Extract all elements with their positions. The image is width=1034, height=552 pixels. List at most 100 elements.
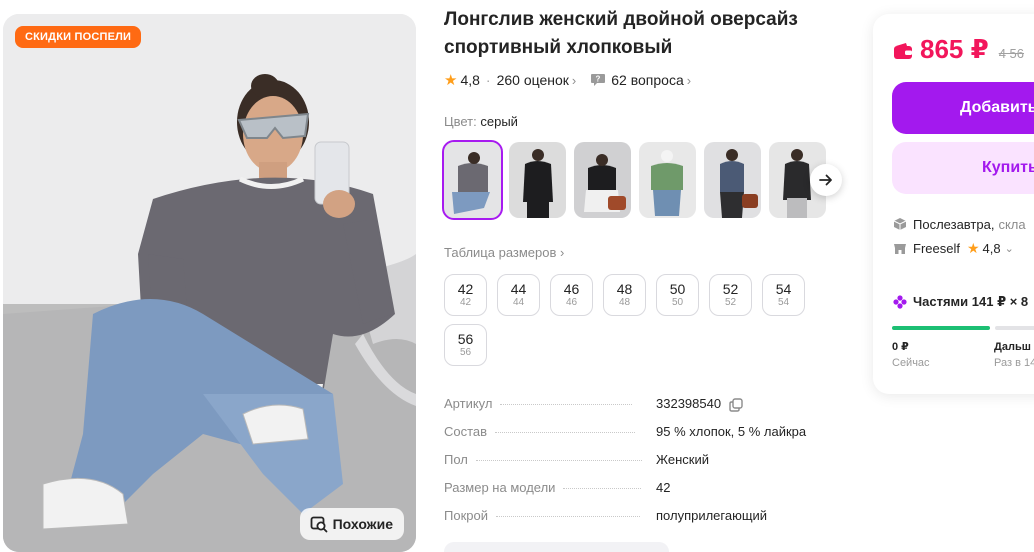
spec-row: Артикул 332398540 — [444, 396, 844, 424]
size-option[interactable]: 44 44 — [497, 274, 540, 316]
spec-key: Артикул — [444, 396, 493, 411]
installment-info[interactable]: Частями 141 ₽ × 8 — [893, 294, 1028, 310]
spec-key: Покрой — [444, 508, 488, 523]
size-sub: 52 — [724, 297, 737, 308]
size-sub: 42 — [459, 297, 472, 308]
box-icon — [893, 218, 907, 230]
installment-progress — [892, 326, 1034, 330]
size-ru: 46 — [563, 281, 580, 297]
spec-key: Размер на модели — [444, 480, 556, 495]
color-thumb-grey[interactable] — [442, 140, 503, 220]
size-ru: 44 — [510, 281, 527, 297]
color-value: серый — [480, 114, 518, 129]
spec-row: Покрой полуприлегающий — [444, 508, 844, 536]
color-thumb-blue[interactable] — [704, 142, 761, 218]
color-label: Цвет: серый — [444, 114, 518, 129]
reviews-link[interactable]: 260 оценок — [497, 72, 569, 88]
chevron-right-icon: › — [571, 72, 577, 88]
spec-value: полуприлегающий — [656, 508, 768, 523]
color-thumb-black-white[interactable] — [574, 142, 631, 218]
chevron-right-icon: › — [560, 245, 565, 260]
rating-value: 4,8 — [460, 72, 480, 88]
svg-text:?: ? — [596, 75, 601, 84]
spec-dots — [475, 460, 642, 461]
copy-icon[interactable] — [729, 397, 743, 412]
installment-now-label: Сейчас — [892, 357, 930, 369]
product-photo[interactable]: СКИДКИ ПОСПЕЛИ Похожие — [3, 14, 416, 552]
thumbs-next-button[interactable] — [810, 164, 842, 196]
separator-dot: · — [485, 72, 491, 88]
delivery-info: Послезавтра, скла Freeself ★ 4,8 ⌄ — [893, 212, 1026, 260]
size-table-link[interactable]: Таблица размеров › — [444, 245, 564, 260]
similar-label: Похожие — [332, 516, 393, 532]
color-thumb-green[interactable] — [639, 142, 696, 218]
progress-remaining — [995, 326, 1034, 330]
spec-value: Женский — [656, 452, 709, 467]
size-option[interactable]: 42 42 — [444, 274, 487, 316]
size-option[interactable]: 46 46 — [550, 274, 593, 316]
similar-button[interactable]: Похожие — [299, 508, 404, 540]
size-option[interactable]: 48 48 — [603, 274, 646, 316]
buy-now-button[interactable]: Купить — [892, 142, 1034, 194]
size-ru: 56 — [457, 331, 474, 347]
old-price: 4 56 — [998, 46, 1025, 61]
current-price: 865 ₽ — [920, 34, 989, 64]
color-thumb-black[interactable] — [509, 142, 566, 218]
spec-key: Состав — [444, 424, 488, 439]
size-sub: 48 — [618, 297, 631, 308]
seller-line[interactable]: Freeself ★ 4,8 ⌄ — [893, 236, 1026, 260]
installment-icon — [893, 295, 907, 309]
wallet-icon — [894, 43, 912, 59]
color-thumbnails — [442, 140, 826, 220]
installment-now: 0 ₽ Сейчас — [892, 340, 930, 372]
more-specs-button[interactable] — [444, 542, 669, 552]
spec-dots — [495, 432, 636, 433]
rating-row: ★ 4,8 · 260 оценок › ? 62 вопроса › — [444, 70, 691, 90]
size-option[interactable]: 50 50 — [656, 274, 699, 316]
add-to-cart-button[interactable]: Добавить — [892, 82, 1034, 134]
star-icon: ★ — [444, 72, 458, 89]
installment-next-label: Раз в 14 — [994, 357, 1034, 369]
question-icon: ? — [591, 74, 606, 86]
delivery-warehouse: скла — [998, 216, 1026, 232]
spec-dots — [495, 516, 640, 517]
product-title: Лонгслив женский двойной оверсайз спорти… — [444, 9, 798, 58]
installment-next-amount: Дальш — [994, 341, 1031, 353]
store-icon — [894, 244, 906, 254]
size-option[interactable]: 56 56 — [444, 324, 487, 366]
delivery-date: Послезавтра, — [913, 216, 995, 232]
size-options: 42 42 44 44 46 46 48 48 50 50 52 52 54 54 56 56 — [444, 274, 814, 366]
spec-dots — [500, 404, 633, 405]
spec-row: Размер на модели 42 — [444, 480, 844, 508]
sale-badge: СКИДКИ ПОСПЕЛИ — [15, 26, 142, 48]
spec-row: Пол Женский — [444, 452, 844, 480]
size-table-label: Таблица размеров — [444, 245, 557, 260]
size-sub: 54 — [777, 297, 790, 308]
size-sub: 50 — [671, 297, 684, 308]
size-sub: 46 — [565, 297, 578, 308]
spec-dots — [563, 488, 642, 489]
spec-value: 42 — [656, 480, 671, 495]
size-ru: 50 — [669, 281, 686, 297]
size-ru: 48 — [616, 281, 633, 297]
installment-text: Частями 141 ₽ × 8 — [913, 294, 1029, 309]
spec-key: Пол — [444, 452, 468, 467]
size-option[interactable]: 52 52 — [709, 274, 752, 316]
seller-name[interactable]: Freeself — [913, 241, 960, 256]
questions-link[interactable]: 62 вопроса — [611, 72, 683, 88]
color-caption: Цвет: — [444, 114, 477, 129]
spec-value: 95 % хлопок, 5 % лайкра — [656, 424, 807, 439]
size-ru: 42 — [457, 281, 474, 297]
price-row: 865 ₽ 4 56 — [893, 34, 1024, 65]
chevron-down-icon: ⌄ — [1004, 242, 1014, 255]
product-image — [3, 14, 416, 552]
arrow-right-icon — [819, 174, 832, 186]
product-specs: Артикул 332398540 Состав 95 % хлопок, 5 … — [444, 396, 844, 536]
spec-value: 332398540 — [656, 396, 743, 412]
size-option[interactable]: 54 54 — [762, 274, 805, 316]
installment-next: Дальш Раз в 14 — [994, 340, 1034, 372]
progress-paid — [892, 326, 990, 330]
seller-rating: 4,8 — [982, 240, 1001, 256]
similar-search-icon — [310, 516, 328, 533]
delivery-line: Послезавтра, скла — [893, 212, 1026, 236]
